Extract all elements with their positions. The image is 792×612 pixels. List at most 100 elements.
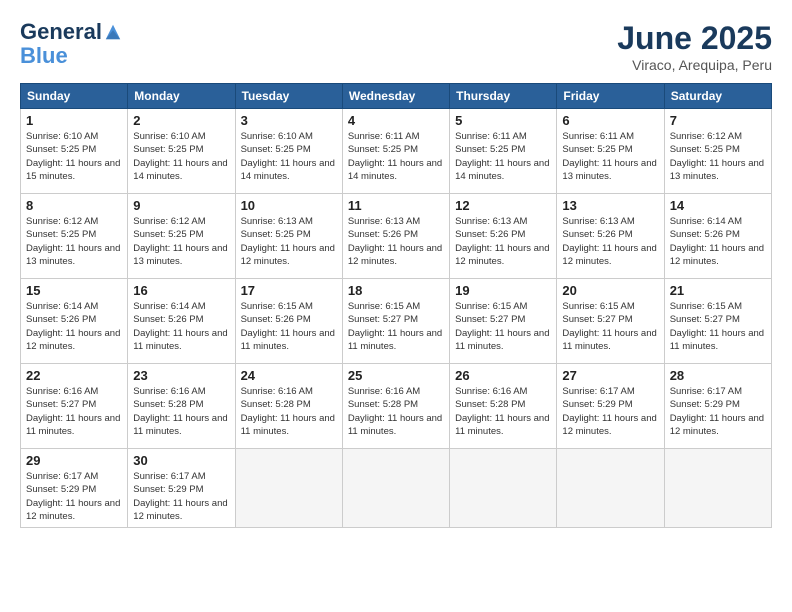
- day-info: Sunrise: 6:15 AM Sunset: 5:27 PM Dayligh…: [670, 300, 766, 353]
- table-row: 15 Sunrise: 6:14 AM Sunset: 5:26 PM Dayl…: [21, 279, 128, 364]
- day-info: Sunrise: 6:15 AM Sunset: 5:27 PM Dayligh…: [348, 300, 444, 353]
- table-row: 20 Sunrise: 6:15 AM Sunset: 5:27 PM Dayl…: [557, 279, 664, 364]
- table-row: 14 Sunrise: 6:14 AM Sunset: 5:26 PM Dayl…: [664, 194, 771, 279]
- day-info: Sunrise: 6:14 AM Sunset: 5:26 PM Dayligh…: [670, 215, 766, 268]
- day-info: Sunrise: 6:13 AM Sunset: 5:26 PM Dayligh…: [562, 215, 658, 268]
- day-number: 18: [348, 283, 444, 298]
- col-monday: Monday: [128, 84, 235, 109]
- col-wednesday: Wednesday: [342, 84, 449, 109]
- day-number: 17: [241, 283, 337, 298]
- table-row: 5 Sunrise: 6:11 AM Sunset: 5:25 PM Dayli…: [450, 109, 557, 194]
- table-row: 4 Sunrise: 6:11 AM Sunset: 5:25 PM Dayli…: [342, 109, 449, 194]
- day-info: Sunrise: 6:10 AM Sunset: 5:25 PM Dayligh…: [133, 130, 229, 183]
- table-row: [235, 449, 342, 528]
- day-number: 19: [455, 283, 551, 298]
- table-row: 16 Sunrise: 6:14 AM Sunset: 5:26 PM Dayl…: [128, 279, 235, 364]
- day-number: 20: [562, 283, 658, 298]
- weekday-header-row: Sunday Monday Tuesday Wednesday Thursday…: [21, 84, 772, 109]
- day-info: Sunrise: 6:17 AM Sunset: 5:29 PM Dayligh…: [133, 470, 229, 523]
- table-row: 17 Sunrise: 6:15 AM Sunset: 5:26 PM Dayl…: [235, 279, 342, 364]
- week-row: 8 Sunrise: 6:12 AM Sunset: 5:25 PM Dayli…: [21, 194, 772, 279]
- page: GeneralBlue June 2025 Viraco, Arequipa, …: [0, 0, 792, 612]
- table-row: 8 Sunrise: 6:12 AM Sunset: 5:25 PM Dayli…: [21, 194, 128, 279]
- calendar-table: Sunday Monday Tuesday Wednesday Thursday…: [20, 83, 772, 528]
- day-number: 29: [26, 453, 122, 468]
- day-info: Sunrise: 6:11 AM Sunset: 5:25 PM Dayligh…: [348, 130, 444, 183]
- day-number: 7: [670, 113, 766, 128]
- day-info: Sunrise: 6:13 AM Sunset: 5:26 PM Dayligh…: [455, 215, 551, 268]
- logo-text: GeneralBlue: [20, 20, 122, 68]
- table-row: 25 Sunrise: 6:16 AM Sunset: 5:28 PM Dayl…: [342, 364, 449, 449]
- day-number: 4: [348, 113, 444, 128]
- header: GeneralBlue June 2025 Viraco, Arequipa, …: [20, 20, 772, 73]
- day-number: 22: [26, 368, 122, 383]
- day-number: 15: [26, 283, 122, 298]
- table-row: 7 Sunrise: 6:12 AM Sunset: 5:25 PM Dayli…: [664, 109, 771, 194]
- table-row: 11 Sunrise: 6:13 AM Sunset: 5:26 PM Dayl…: [342, 194, 449, 279]
- col-friday: Friday: [557, 84, 664, 109]
- day-number: 27: [562, 368, 658, 383]
- day-number: 12: [455, 198, 551, 213]
- day-info: Sunrise: 6:17 AM Sunset: 5:29 PM Dayligh…: [26, 470, 122, 523]
- day-info: Sunrise: 6:15 AM Sunset: 5:26 PM Dayligh…: [241, 300, 337, 353]
- day-info: Sunrise: 6:14 AM Sunset: 5:26 PM Dayligh…: [26, 300, 122, 353]
- day-info: Sunrise: 6:16 AM Sunset: 5:27 PM Dayligh…: [26, 385, 122, 438]
- table-row: [557, 449, 664, 528]
- day-number: 25: [348, 368, 444, 383]
- day-info: Sunrise: 6:16 AM Sunset: 5:28 PM Dayligh…: [455, 385, 551, 438]
- day-number: 24: [241, 368, 337, 383]
- col-sunday: Sunday: [21, 84, 128, 109]
- table-row: 9 Sunrise: 6:12 AM Sunset: 5:25 PM Dayli…: [128, 194, 235, 279]
- day-info: Sunrise: 6:10 AM Sunset: 5:25 PM Dayligh…: [241, 130, 337, 183]
- day-number: 9: [133, 198, 229, 213]
- day-info: Sunrise: 6:16 AM Sunset: 5:28 PM Dayligh…: [241, 385, 337, 438]
- day-info: Sunrise: 6:15 AM Sunset: 5:27 PM Dayligh…: [455, 300, 551, 353]
- day-number: 13: [562, 198, 658, 213]
- table-row: 2 Sunrise: 6:10 AM Sunset: 5:25 PM Dayli…: [128, 109, 235, 194]
- day-info: Sunrise: 6:12 AM Sunset: 5:25 PM Dayligh…: [26, 215, 122, 268]
- table-row: 24 Sunrise: 6:16 AM Sunset: 5:28 PM Dayl…: [235, 364, 342, 449]
- table-row: [450, 449, 557, 528]
- table-row: 22 Sunrise: 6:16 AM Sunset: 5:27 PM Dayl…: [21, 364, 128, 449]
- day-number: 2: [133, 113, 229, 128]
- day-info: Sunrise: 6:17 AM Sunset: 5:29 PM Dayligh…: [562, 385, 658, 438]
- table-row: [342, 449, 449, 528]
- day-info: Sunrise: 6:16 AM Sunset: 5:28 PM Dayligh…: [133, 385, 229, 438]
- table-row: 1 Sunrise: 6:10 AM Sunset: 5:25 PM Dayli…: [21, 109, 128, 194]
- day-info: Sunrise: 6:12 AM Sunset: 5:25 PM Dayligh…: [133, 215, 229, 268]
- table-row: 29 Sunrise: 6:17 AM Sunset: 5:29 PM Dayl…: [21, 449, 128, 528]
- day-number: 28: [670, 368, 766, 383]
- day-number: 11: [348, 198, 444, 213]
- table-row: 6 Sunrise: 6:11 AM Sunset: 5:25 PM Dayli…: [557, 109, 664, 194]
- day-info: Sunrise: 6:13 AM Sunset: 5:25 PM Dayligh…: [241, 215, 337, 268]
- day-number: 1: [26, 113, 122, 128]
- table-row: 27 Sunrise: 6:17 AM Sunset: 5:29 PM Dayl…: [557, 364, 664, 449]
- location: Viraco, Arequipa, Peru: [617, 57, 772, 73]
- day-number: 3: [241, 113, 337, 128]
- table-row: 3 Sunrise: 6:10 AM Sunset: 5:25 PM Dayli…: [235, 109, 342, 194]
- week-row: 1 Sunrise: 6:10 AM Sunset: 5:25 PM Dayli…: [21, 109, 772, 194]
- col-thursday: Thursday: [450, 84, 557, 109]
- week-row: 15 Sunrise: 6:14 AM Sunset: 5:26 PM Dayl…: [21, 279, 772, 364]
- week-row: 22 Sunrise: 6:16 AM Sunset: 5:27 PM Dayl…: [21, 364, 772, 449]
- table-row: 12 Sunrise: 6:13 AM Sunset: 5:26 PM Dayl…: [450, 194, 557, 279]
- col-saturday: Saturday: [664, 84, 771, 109]
- day-number: 5: [455, 113, 551, 128]
- day-number: 16: [133, 283, 229, 298]
- table-row: 30 Sunrise: 6:17 AM Sunset: 5:29 PM Dayl…: [128, 449, 235, 528]
- day-info: Sunrise: 6:12 AM Sunset: 5:25 PM Dayligh…: [670, 130, 766, 183]
- table-row: 28 Sunrise: 6:17 AM Sunset: 5:29 PM Dayl…: [664, 364, 771, 449]
- day-number: 14: [670, 198, 766, 213]
- day-number: 23: [133, 368, 229, 383]
- day-info: Sunrise: 6:14 AM Sunset: 5:26 PM Dayligh…: [133, 300, 229, 353]
- day-number: 10: [241, 198, 337, 213]
- table-row: 19 Sunrise: 6:15 AM Sunset: 5:27 PM Dayl…: [450, 279, 557, 364]
- day-info: Sunrise: 6:11 AM Sunset: 5:25 PM Dayligh…: [455, 130, 551, 183]
- table-row: 10 Sunrise: 6:13 AM Sunset: 5:25 PM Dayl…: [235, 194, 342, 279]
- day-info: Sunrise: 6:13 AM Sunset: 5:26 PM Dayligh…: [348, 215, 444, 268]
- table-row: 23 Sunrise: 6:16 AM Sunset: 5:28 PM Dayl…: [128, 364, 235, 449]
- table-row: [664, 449, 771, 528]
- day-number: 8: [26, 198, 122, 213]
- day-info: Sunrise: 6:16 AM Sunset: 5:28 PM Dayligh…: [348, 385, 444, 438]
- day-info: Sunrise: 6:11 AM Sunset: 5:25 PM Dayligh…: [562, 130, 658, 183]
